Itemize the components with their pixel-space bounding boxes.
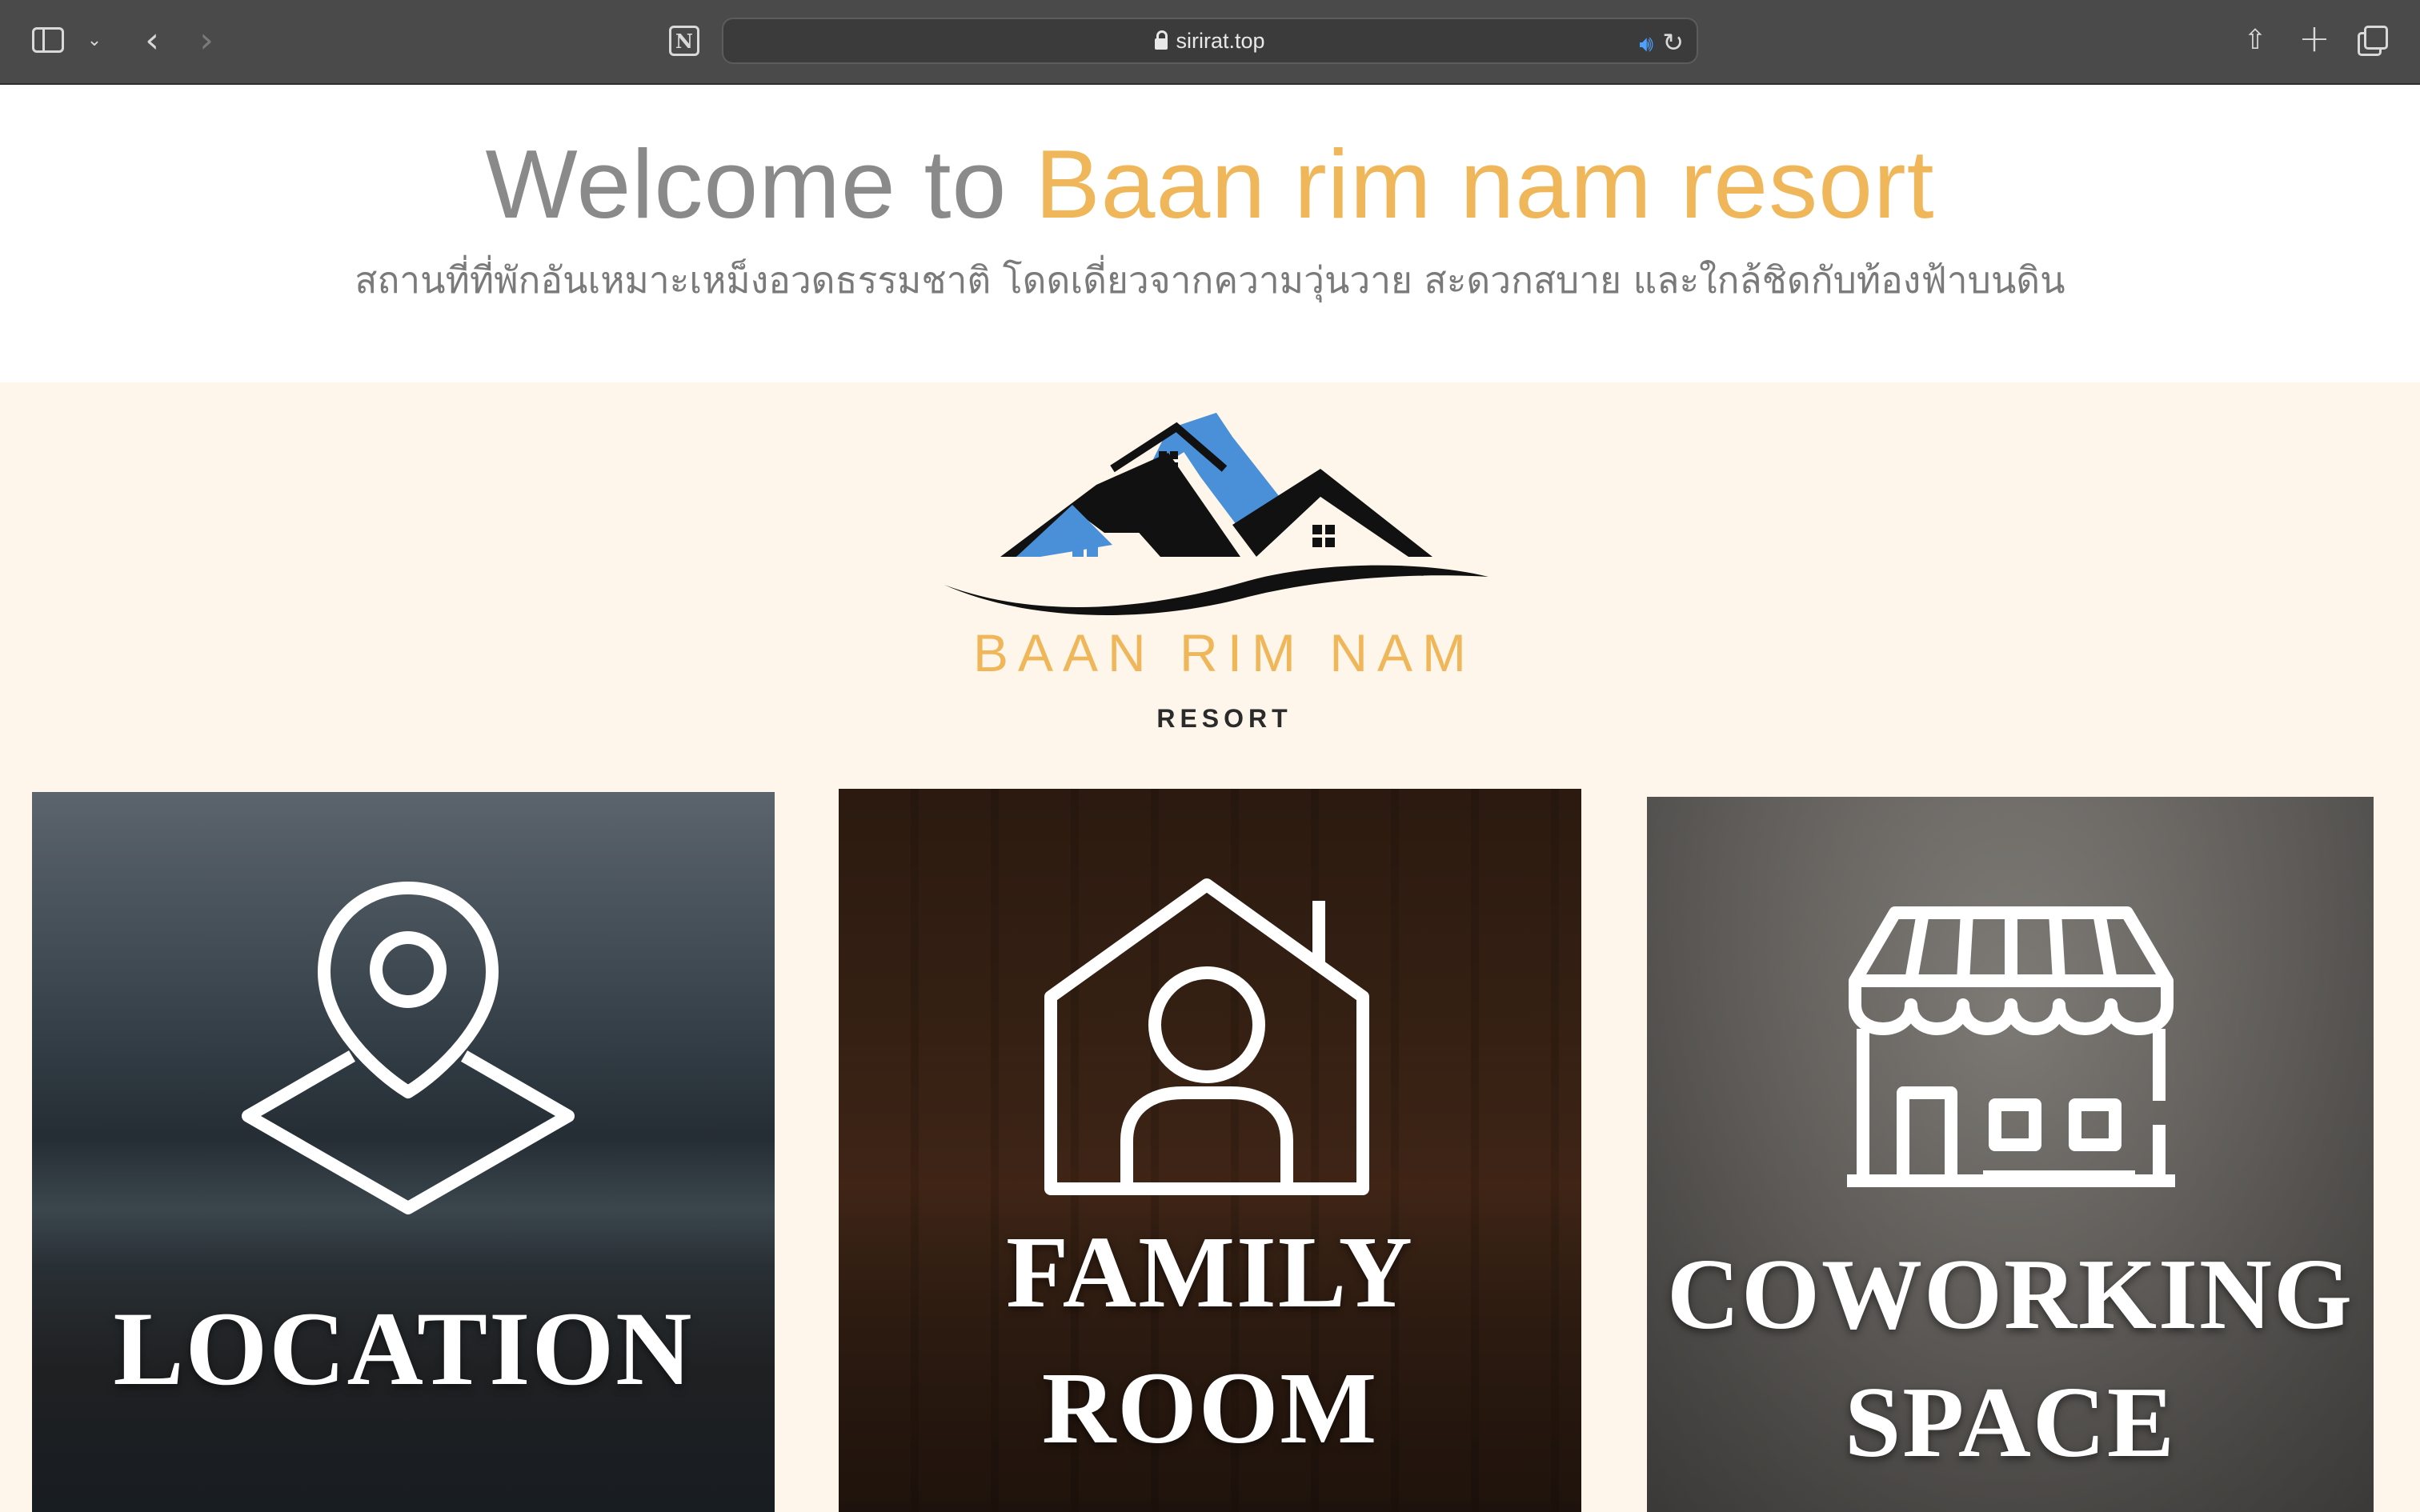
family-room-card[interactable]: FAMILY ROOM: [839, 789, 1581, 1512]
brand-name: Baan rim nam resort: [1035, 130, 1935, 238]
coworking-card-label-2: SPACE: [1845, 1367, 2176, 1478]
storefront-icon: [1847, 906, 2175, 1187]
logo-wordmark: BAAN RIM NAM: [972, 623, 1476, 682]
coworking-space-card[interactable]: COWORKING SPACE: [1647, 797, 2374, 1512]
speaker-icon[interactable]: 🔊︎: [1639, 30, 1653, 58]
location-card-label: LOCATION: [113, 1290, 694, 1407]
welcome-prefix: Welcome to: [485, 130, 1008, 238]
family-room-card-label-1: FAMILY: [1006, 1215, 1414, 1329]
lock-icon: [1155, 30, 1168, 50]
family-room-card-label-2: ROOM: [1041, 1351, 1379, 1465]
plus-icon[interactable]: +: [2298, 16, 2330, 61]
back-arrow-icon[interactable]: ‹: [134, 20, 170, 61]
sidebar-icon[interactable]: [32, 27, 64, 53]
notion-icon[interactable]: N: [669, 26, 699, 56]
address-bar[interactable]: sirirat.top 🔊︎ ↻: [722, 18, 1698, 64]
house-person-icon: [1044, 878, 1369, 1195]
location-card[interactable]: LOCATION: [32, 792, 775, 1512]
url-text: sirirat.top: [1176, 28, 1265, 53]
reload-icon[interactable]: ↻: [1662, 27, 1684, 58]
forward-arrow-icon[interactable]: ›: [189, 20, 224, 61]
resort-logo-icon: [944, 413, 1488, 615]
share-icon[interactable]: ⇧: [2241, 22, 2270, 58]
url-text-wrap: sirirat.top: [723, 19, 1697, 62]
location-pin-icon: [242, 882, 575, 1214]
chevron-down-icon[interactable]: ⌄: [83, 29, 106, 51]
page-title: Welcome to Baan rim nam resort: [0, 128, 2420, 240]
browser-toolbar: ⌄ ‹ › N sirirat.top 🔊︎ ↻ ⇧ +: [0, 0, 2420, 85]
coworking-card-label-1: COWORKING: [1666, 1239, 2354, 1350]
logo-subtitle: RESORT: [1156, 704, 1292, 733]
tabs-overview-icon[interactable]: [2358, 26, 2388, 56]
page-subtitle: สถานที่ที่พักอันเหมาะเหม็งอวดธรรมชาติ โด…: [355, 258, 2065, 302]
hero-section: Welcome to Baan rim nam resort สถานที่ที…: [0, 85, 2420, 382]
